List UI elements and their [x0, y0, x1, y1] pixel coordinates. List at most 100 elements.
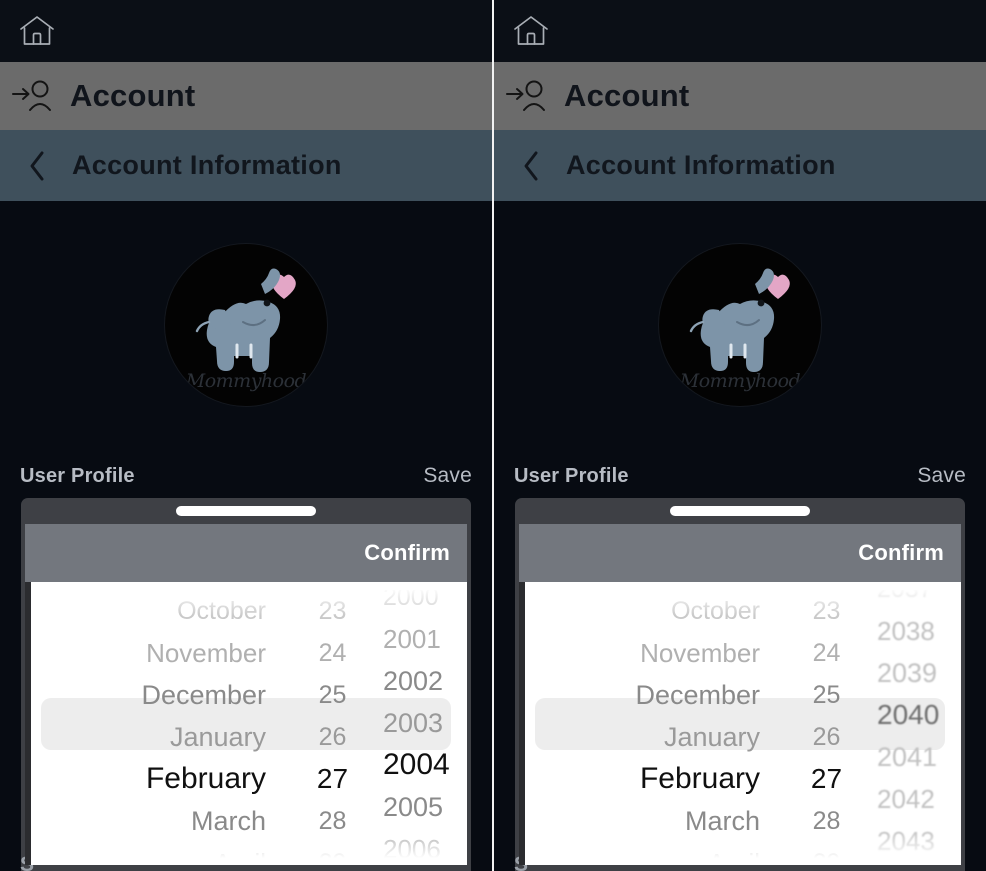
avatar[interactable]: Mommyhood — [165, 244, 327, 406]
year-list[interactable]: 2000 2001 2002 2003 2004 2005 2006 2007 … — [375, 590, 467, 865]
picker-cell[interactable]: 2001 — [383, 618, 467, 660]
user-profile-label: User Profile — [514, 464, 629, 487]
date-picker[interactable]: October November December January Februa… — [25, 582, 467, 865]
phone-screen-right: Account Account Information Mommyhood Us… — [494, 0, 986, 871]
picker-cell[interactable]: January — [25, 716, 266, 758]
date-picker[interactable]: October November December January Februa… — [519, 582, 961, 865]
picker-cell[interactable]: November — [25, 632, 266, 674]
picker-cell[interactable]: 25 — [784, 674, 869, 716]
page-content: Mommyhood User Profile Save Confirm Octo… — [494, 201, 986, 871]
sheet-handle-area[interactable] — [515, 498, 965, 524]
avatar-script-text: Mommyhood — [185, 370, 307, 392]
picker-cell[interactable]: 2005 — [383, 786, 467, 828]
home-icon[interactable] — [18, 14, 56, 48]
user-profile-label: User Profile — [20, 464, 135, 487]
month-list[interactable]: October November December January Februa… — [519, 590, 784, 865]
drag-handle[interactable] — [176, 506, 316, 516]
picker-cell[interactable]: 24 — [784, 632, 869, 674]
avatar-script-text: Mommyhood — [679, 370, 801, 392]
picker-cell[interactable]: 25 — [290, 674, 375, 716]
user-profile-row: User Profile Save — [494, 459, 986, 493]
sheet-handle-area[interactable] — [21, 498, 471, 524]
picker-cell[interactable]: 2038 — [877, 610, 961, 652]
confirm-button[interactable]: Confirm — [364, 540, 450, 566]
account-header: Account — [0, 62, 492, 130]
panel-divider — [492, 0, 494, 871]
status-bar — [494, 0, 986, 62]
picker-cell[interactable]: 2037 — [877, 590, 961, 610]
picker-cell[interactable]: 23 — [784, 590, 869, 632]
avatar-container: Mommyhood — [494, 244, 986, 406]
picker-cell[interactable]: 2044 — [877, 862, 961, 865]
picker-cell[interactable]: 2003 — [383, 702, 467, 744]
home-icon[interactable] — [512, 14, 550, 48]
account-header: Account — [494, 62, 986, 130]
account-information-header: Account Information — [494, 130, 986, 201]
login-person-icon — [504, 76, 556, 116]
picker-cell[interactable]: 2006 — [383, 828, 467, 865]
picker-cell[interactable]: October — [25, 590, 266, 632]
drag-handle[interactable] — [670, 506, 810, 516]
picker-cell[interactable]: 2000 — [383, 590, 467, 618]
account-title: Account — [70, 78, 196, 113]
confirm-bar: Confirm — [519, 524, 961, 582]
picker-cell[interactable]: October — [519, 590, 760, 632]
status-bar — [0, 0, 492, 62]
picker-cell[interactable]: 29 — [784, 842, 869, 865]
chevron-left-icon[interactable] — [520, 149, 542, 183]
day-list[interactable]: 23 24 25 26 27 28 29 30 — [290, 590, 375, 865]
date-picker-sheet: Confirm October November December Januar… — [515, 498, 965, 871]
picker-cell[interactable]: 2039 — [877, 652, 961, 694]
picker-cell[interactable]: 2002 — [383, 660, 467, 702]
subheader-title: Account Information — [566, 150, 836, 180]
picker-cell[interactable]: December — [519, 674, 760, 716]
picker-cell[interactable]: 24 — [290, 632, 375, 674]
confirm-button[interactable]: Confirm — [858, 540, 944, 566]
screenshot-pair: Account Account Information Mommyhood Us… — [0, 0, 986, 871]
picker-cell[interactable]: April — [25, 842, 266, 865]
picker-cell[interactable]: 2041 — [877, 736, 961, 778]
account-title: Account — [564, 78, 690, 113]
avatar-container: Mommyhood — [0, 244, 492, 406]
year-list[interactable]: 2037 2038 2039 2040 2041 2042 2043 2044 … — [869, 590, 961, 865]
picker-cell[interactable]: 26 — [784, 716, 869, 758]
picker-cell[interactable]: 2043 — [877, 820, 961, 862]
picker-cell[interactable]: December — [25, 674, 266, 716]
picker-cell[interactable]: 29 — [290, 842, 375, 865]
login-person-icon — [10, 76, 62, 116]
date-picker-sheet: Confirm October November December Januar… — [21, 498, 471, 871]
subheader-title: Account Information — [72, 150, 342, 180]
picker-cell[interactable]: March — [519, 800, 760, 842]
day-column[interactable]: 23 24 25 26 27 28 29 30 — [784, 590, 869, 865]
picker-cell-selected[interactable]: 2004 — [383, 744, 467, 786]
chevron-left-icon[interactable] — [26, 149, 48, 183]
day-list[interactable]: 23 24 25 26 27 28 29 30 — [784, 590, 869, 865]
picker-cell-selected[interactable]: February — [25, 758, 266, 800]
confirm-bar: Confirm — [25, 524, 467, 582]
month-list[interactable]: October November December January Februa… — [25, 590, 290, 865]
picker-cell[interactable]: March — [25, 800, 266, 842]
picker-cell[interactable]: 23 — [290, 590, 375, 632]
picker-cell[interactable]: 26 — [290, 716, 375, 758]
day-column[interactable]: 23 24 25 26 27 28 29 30 — [290, 590, 375, 865]
picker-cell-selected[interactable]: February — [519, 758, 760, 800]
picker-cell[interactable]: 28 — [290, 800, 375, 842]
avatar[interactable]: Mommyhood — [659, 244, 821, 406]
page-content: Mommyhood User Profile Save Confirm Octo… — [0, 201, 492, 871]
picker-cell[interactable]: January — [519, 716, 760, 758]
picker-cell[interactable]: 2042 — [877, 778, 961, 820]
month-column[interactable]: October November December January Februa… — [25, 590, 290, 865]
save-button[interactable]: Save — [917, 464, 966, 488]
picker-cell[interactable]: April — [519, 842, 760, 865]
picker-cell[interactable]: November — [519, 632, 760, 674]
picker-cell[interactable]: 28 — [784, 800, 869, 842]
user-profile-row: User Profile Save — [0, 459, 492, 493]
picker-cell-selected[interactable]: 27 — [784, 758, 869, 800]
picker-cell-selected[interactable]: 2040 — [877, 694, 961, 736]
picker-cell-selected[interactable]: 27 — [290, 758, 375, 800]
year-column[interactable]: 2037 2038 2039 2040 2041 2042 2043 2044 … — [869, 590, 961, 865]
month-column[interactable]: October November December January Februa… — [519, 590, 784, 865]
save-button[interactable]: Save — [423, 464, 472, 488]
year-column[interactable]: 2000 2001 2002 2003 2004 2005 2006 2007 … — [375, 590, 467, 865]
account-information-header: Account Information — [0, 130, 492, 201]
